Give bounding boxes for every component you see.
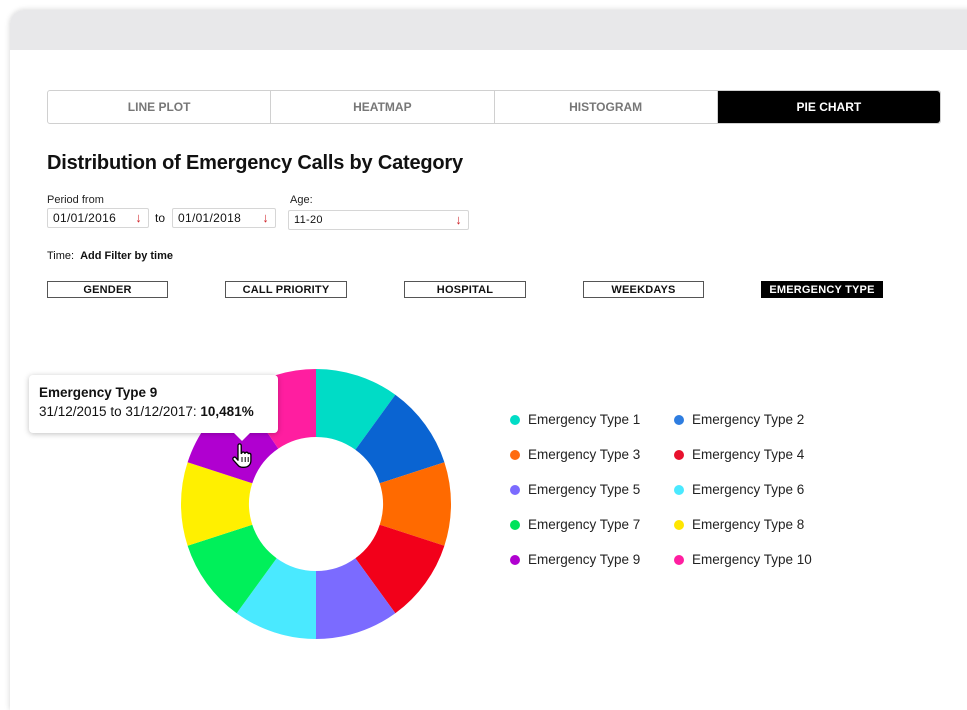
tooltip-pointer [234,433,250,441]
age-label: Age: [290,194,313,206]
legend-label: Emergency Type 7 [528,517,641,532]
legend-swatch [510,484,520,495]
legend-swatch [510,449,520,460]
tab-pie-chart[interactable]: PIE CHART [717,91,940,123]
time-filter-row: Time: Add Filter by time [47,250,173,262]
legend-item[interactable]: Emergency Type 3 [510,447,640,462]
filter-hospital-button[interactable]: HOSPITAL [404,281,526,298]
legend-swatch [674,484,684,495]
legend-label: Emergency Type 9 [528,552,641,567]
period-to-value: 01/01/2018 [178,211,242,225]
chart-tooltip: Emergency Type 9 31/12/2015 to 31/12/201… [29,375,278,441]
legend-label: Emergency Type 3 [528,447,641,462]
arrow-down-icon: ↓ [262,210,269,225]
legend-label: Emergency Type 8 [692,517,805,532]
legend-item[interactable]: Emergency Type 4 [674,447,804,462]
period-to-field[interactable]: 01/01/2018 ↓ [172,208,276,228]
legend-item[interactable]: Emergency Type 1 [510,412,640,427]
filter-emergency-type-button[interactable]: EMERGENCY TYPE [761,281,883,298]
dashboard-card: LINE PLOT HEATMAP HISTOGRAM PIE CHART Di… [10,10,967,710]
arrow-down-icon: ↓ [135,210,142,225]
add-time-filter-link[interactable]: Add Filter by time [80,250,173,262]
legend-swatch [510,554,520,565]
tooltip-title: Emergency Type 9 [39,385,158,400]
tab-histogram[interactable]: HISTOGRAM [495,91,718,123]
legend-swatch [674,449,684,460]
age-select[interactable]: 11-20 ↓ [288,210,469,230]
chart-type-tabs: LINE PLOT HEATMAP HISTOGRAM PIE CHART [47,90,941,124]
filter-gender-button[interactable]: GENDER [47,281,168,298]
page-title: Distribution of Emergency Calls by Categ… [47,152,463,174]
tooltip-range: 31/12/2015 to 31/12/2017: [39,404,201,419]
legend-item[interactable]: Emergency Type 2 [674,412,804,427]
period-from-value: 01/01/2016 [53,211,117,225]
legend-item[interactable]: Emergency Type 8 [674,517,804,532]
legend-label: Emergency Type 2 [692,412,805,427]
legend-swatch [674,554,684,565]
period-label: Period from [47,194,104,206]
filter-call-priority-button[interactable]: CALL PRIORITY [225,281,347,298]
hand-cursor-icon [232,443,252,468]
legend-item[interactable]: Emergency Type 7 [510,517,640,532]
legend-swatch [510,519,520,530]
legend-swatch [510,414,520,425]
legend-label: Emergency Type 5 [528,482,641,497]
legend-swatch [674,414,684,425]
tooltip-body: 31/12/2015 to 31/12/2017: 10,481% [39,404,278,419]
legend-item[interactable]: Emergency Type 10 [674,552,812,567]
period-from-field[interactable]: 01/01/2016 ↓ [47,208,149,228]
time-label: Time: [47,250,75,262]
arrow-down-icon: ↓ [455,212,462,227]
age-value: 11-20 [294,214,323,226]
window-top-bar [10,10,967,50]
tooltip-value: 10,481% [200,404,254,419]
legend-item[interactable]: Emergency Type 9 [510,552,640,567]
legend-item[interactable]: Emergency Type 6 [674,482,804,497]
legend-label: Emergency Type 10 [692,552,812,567]
tab-heatmap[interactable]: HEATMAP [271,91,495,123]
period-to-label: to [155,211,166,225]
legend-label: Emergency Type 4 [692,447,805,462]
legend-swatch [674,519,684,530]
legend-item[interactable]: Emergency Type 5 [510,482,640,497]
legend-label: Emergency Type 6 [692,482,805,497]
legend-label: Emergency Type 1 [528,412,641,427]
tab-line-plot[interactable]: LINE PLOT [48,91,272,123]
filter-weekdays-button[interactable]: WEEKDAYS [583,281,704,298]
